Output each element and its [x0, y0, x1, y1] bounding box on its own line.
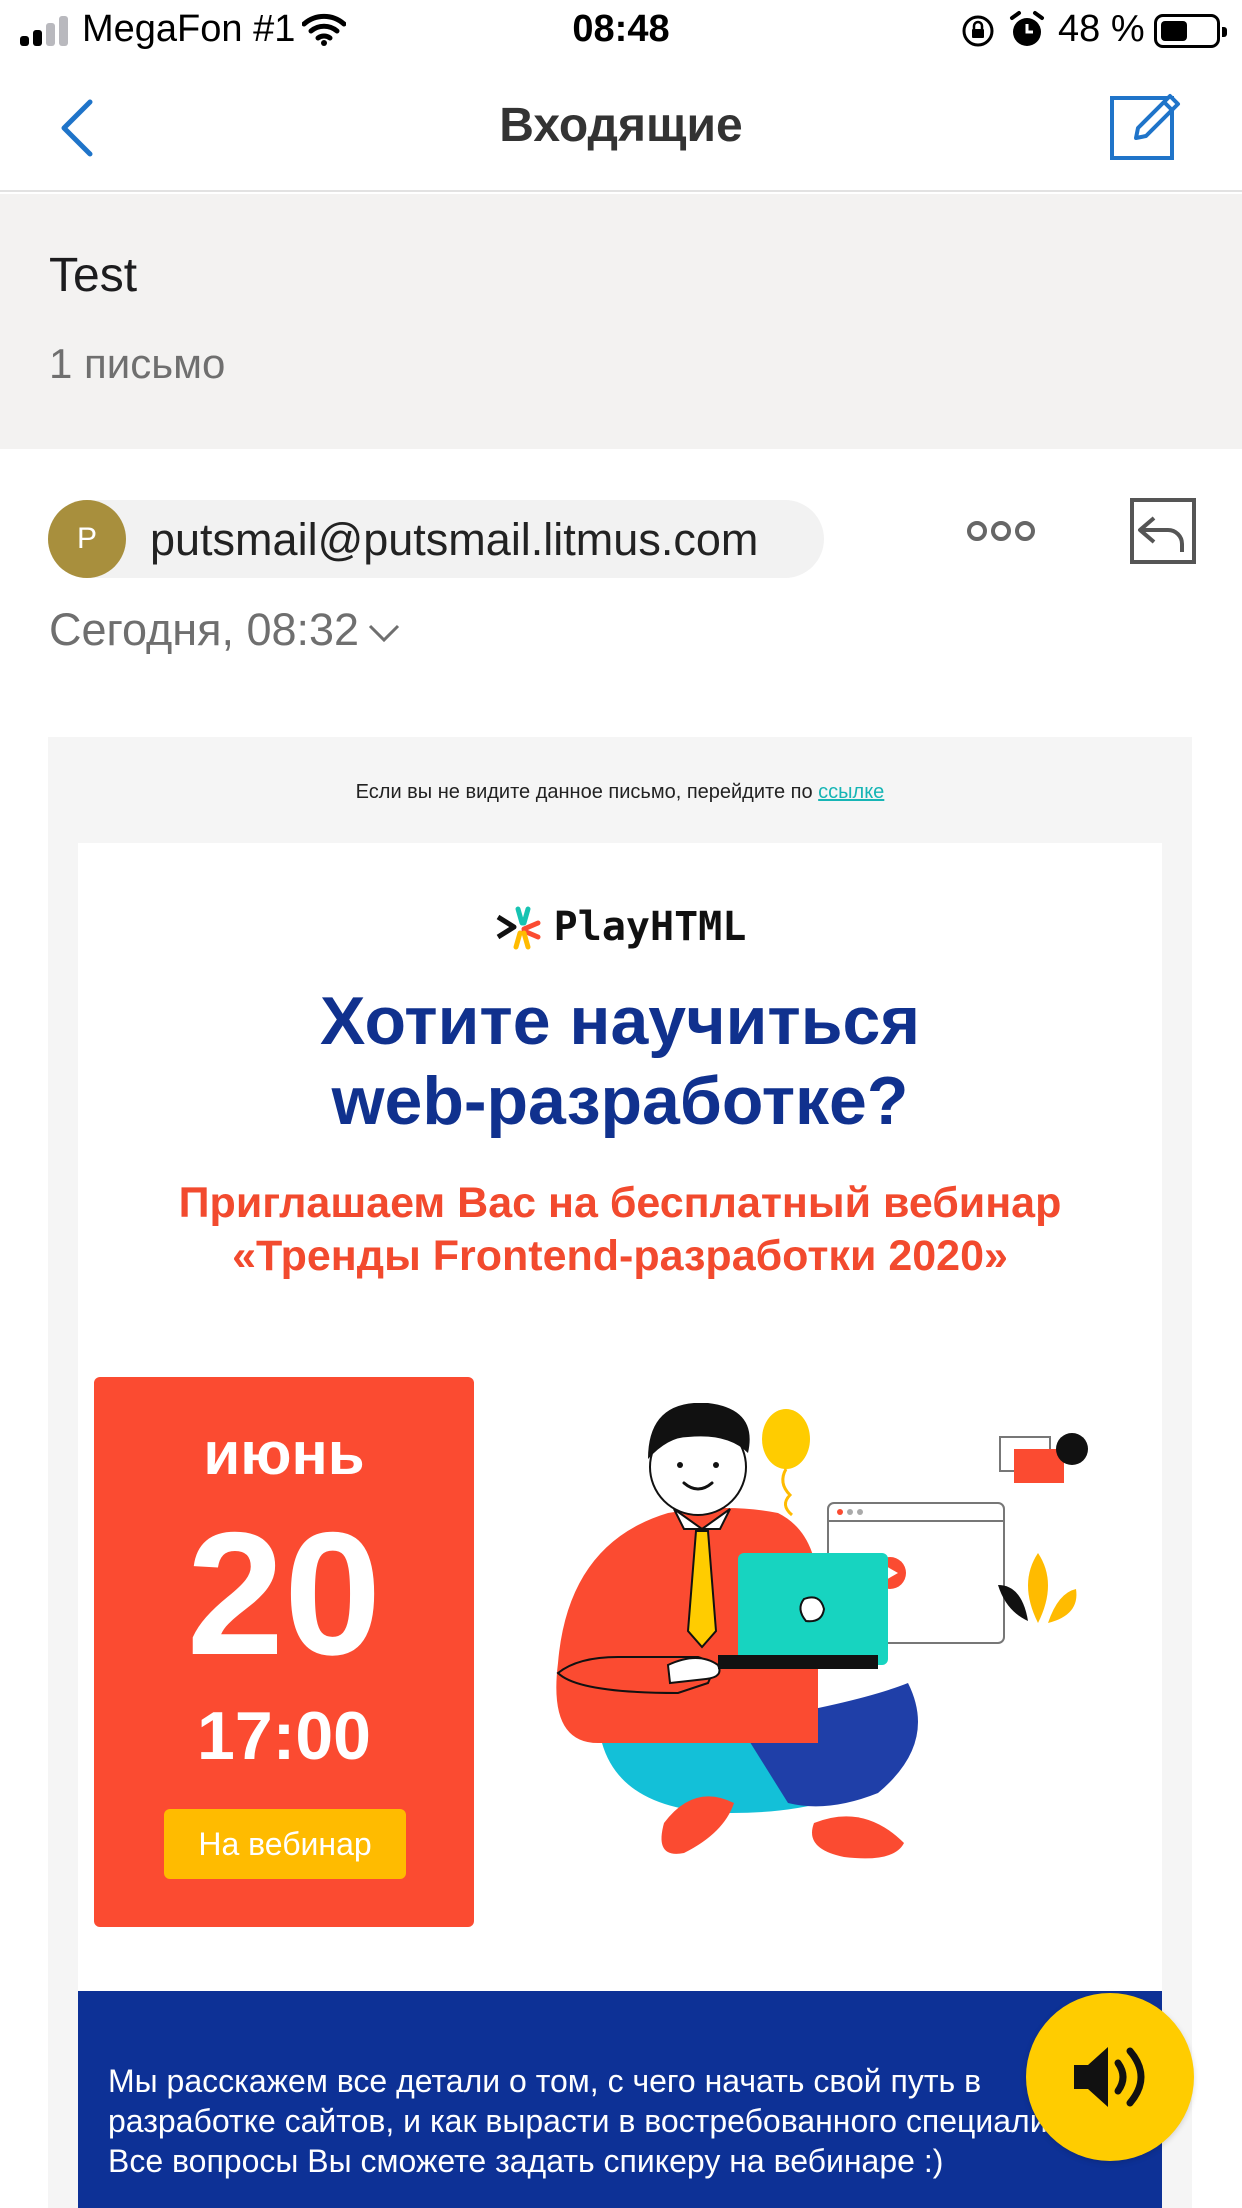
event-date-card: июнь 20 17:00 На вебинар: [94, 1377, 474, 1927]
email-card: PlayHTML Хотите научиться web-разработке…: [78, 843, 1162, 2208]
nav-title: Входящие: [499, 99, 743, 152]
reply-icon[interactable]: [1128, 496, 1198, 566]
headline-line-1: Хотите научиться: [319, 983, 920, 1059]
more-dots-icon[interactable]: [966, 518, 1036, 544]
event-day: 20: [186, 1497, 382, 1692]
webinar-button[interactable]: На вебинар: [164, 1809, 406, 1879]
speaker-icon: [1074, 2047, 1145, 2107]
info-block: Мы расскажем все детали о том, с чего на…: [78, 1991, 1162, 2208]
status-bar: MegaFon #1 08:48 48 %: [0, 0, 1242, 62]
folder-name: Test: [49, 249, 138, 302]
developer-illustration: [556, 1403, 1088, 1859]
info-text: Мы расскажем все детали о том, с чего на…: [108, 2063, 1105, 2179]
message-date-text: Сегодня, 08:32: [49, 604, 360, 655]
battery-icon: [1154, 14, 1227, 48]
orientation-lock-icon: [962, 15, 994, 47]
avatar: P: [48, 500, 126, 578]
folder-header: Test 1 письмо: [0, 194, 1242, 449]
view-online-link[interactable]: ссылке: [818, 781, 884, 803]
nav-bar: Входящие: [0, 62, 1242, 192]
battery-percent: 48 %: [1058, 8, 1145, 50]
preheader: Если вы не видите данное письмо, перейди…: [48, 781, 1192, 804]
message-count: 1 письмо: [49, 340, 226, 387]
preheader-text: Если вы не видите данное письмо, перейди…: [355, 781, 819, 803]
subheadline: Приглашаем Вас на бесплатный вебинар «Тр…: [178, 1179, 1062, 1280]
logo-text: PlayHTML: [553, 904, 747, 950]
compose-icon[interactable]: [1108, 88, 1182, 162]
chevron-down-icon: [369, 625, 400, 643]
alarm-icon: [1010, 11, 1044, 46]
logo: PlayHTML: [78, 903, 1162, 956]
playhtml-logo-icon: [496, 906, 541, 950]
sender-email: putsmail@putsmail.litmus.com: [150, 514, 759, 565]
sound-button[interactable]: [1026, 1993, 1194, 2161]
event-time: 17:00: [197, 1698, 371, 1774]
status-clock: 08:48: [572, 8, 670, 50]
headline: Хотите научиться web-разработке?: [78, 981, 1162, 1141]
headline-line-2: web-разработке?: [331, 1063, 909, 1139]
event-month: июнь: [203, 1420, 365, 1487]
message-date[interactable]: Сегодня, 08:32: [49, 604, 401, 656]
email-body: Если вы не видите данное письмо, перейди…: [48, 737, 1192, 2208]
sender-chip[interactable]: P putsmail@putsmail.litmus.com: [48, 500, 824, 578]
